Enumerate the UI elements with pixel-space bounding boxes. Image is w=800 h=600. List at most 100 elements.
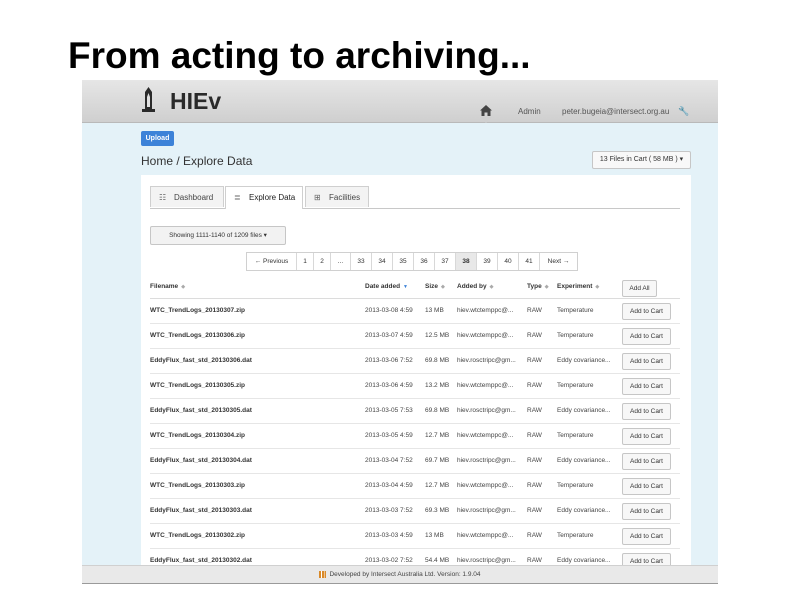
page-link-active[interactable]: 38 — [456, 253, 477, 270]
filename-cell[interactable]: EddyFlux_fast_std_20130305.dat — [150, 399, 252, 423]
experiment-cell: Eddy covariance... — [557, 507, 611, 514]
add-to-cart-button[interactable]: Add to Cart — [622, 528, 671, 545]
sort-icon: ◆ — [544, 284, 549, 290]
col-label: Size — [425, 283, 439, 290]
filename-cell[interactable]: WTC_TrendLogs_20130304.zip — [150, 424, 245, 448]
date-cell: 2013-03-03 4:59 — [365, 532, 413, 539]
add-to-cart-button[interactable]: Add to Cart — [622, 353, 671, 370]
page-link[interactable]: 40 — [498, 253, 519, 270]
table-row: WTC_TrendLogs_20130304.zip 2013-03-05 4:5… — [150, 424, 680, 449]
table-row: WTC_TrendLogs_20130307.zip 2013-03-08 4:5… — [150, 299, 680, 324]
intersect-logo-icon — [319, 570, 327, 578]
tab-dashboard[interactable]: ☷ Dashboard — [150, 186, 224, 207]
tab-label: Explore Data — [249, 193, 296, 202]
add-to-cart-button[interactable]: Add to Cart — [622, 453, 671, 470]
page-link[interactable]: 41 — [519, 253, 540, 270]
showing-files-dropdown[interactable]: Showing 1111-1140 of 1209 files ▾ — [150, 226, 286, 245]
add-to-cart-button[interactable]: Add to Cart — [622, 503, 671, 520]
sort-icon: ◆ — [441, 284, 445, 290]
col-label: Experiment — [557, 283, 593, 290]
filename-cell[interactable]: WTC_TrendLogs_20130306.zip — [150, 324, 245, 348]
col-experiment[interactable]: Experiment ◆ — [557, 275, 599, 299]
home-icon[interactable] — [480, 105, 492, 116]
experiment-cell: Temperature — [557, 532, 594, 539]
filename-cell[interactable]: EddyFlux_fast_std_20130304.dat — [150, 449, 252, 473]
type-cell: RAW — [527, 382, 542, 389]
pagination-next[interactable]: Next → — [540, 253, 577, 270]
page-link[interactable]: 39 — [477, 253, 498, 270]
added-by-cell: hiev.wtctemppc@... — [457, 482, 514, 489]
page-link[interactable]: 34 — [372, 253, 393, 270]
filename-cell[interactable]: WTC_TrendLogs_20130303.zip — [150, 474, 245, 498]
nav-user-link[interactable]: peter.bugeia@intersect.org.au — [562, 107, 669, 116]
size-cell: 69.7 MB — [425, 457, 450, 464]
brand-name[interactable]: HIEv — [170, 88, 221, 115]
page-link[interactable]: 33 — [351, 253, 372, 270]
upload-button[interactable]: Upload — [141, 131, 174, 146]
browser-screenshot: HIEv Admin peter.bugeia@intersect.org.au… — [82, 80, 718, 584]
page-link[interactable]: 37 — [435, 253, 456, 270]
type-cell: RAW — [527, 357, 542, 364]
footer-text: Developed by Intersect Australia Ltd. Ve… — [329, 571, 481, 578]
nav-admin-link[interactable]: Admin — [518, 107, 541, 116]
col-label: Added by — [457, 283, 487, 290]
tab-facilities[interactable]: ⊞ Facilities — [305, 186, 369, 207]
experiment-cell: Temperature — [557, 482, 594, 489]
table-row: WTC_TrendLogs_20130303.zip 2013-03-04 4:5… — [150, 474, 680, 499]
date-cell: 2013-03-06 4:59 — [365, 382, 413, 389]
add-to-cart-button[interactable]: Add to Cart — [622, 378, 671, 395]
added-by-cell: hiev.wtctemppc@... — [457, 432, 514, 439]
pagination: ← Previous 1 2 ... 33 34 35 36 37 38 39 … — [246, 252, 578, 271]
dashboard-icon: ☷ — [159, 193, 167, 202]
filename-cell[interactable]: EddyFlux_fast_std_20130306.dat — [150, 349, 252, 373]
page-link[interactable]: 36 — [414, 253, 435, 270]
add-to-cart-button[interactable]: Add to Cart — [622, 478, 671, 495]
active-nav-caret — [480, 117, 492, 123]
date-cell: 2013-03-07 4:59 — [365, 332, 413, 339]
slide-title: From acting to archiving... — [68, 35, 531, 76]
tab-label: Dashboard — [174, 193, 214, 202]
type-cell: RAW — [527, 507, 542, 514]
add-to-cart-button[interactable]: Add to Cart — [622, 403, 671, 420]
type-cell: RAW — [527, 332, 542, 339]
added-by-cell: hiev.rosctripc@gm... — [457, 407, 516, 414]
date-cell: 2013-03-05 4:59 — [365, 432, 413, 439]
experiment-cell: Eddy covariance... — [557, 407, 611, 414]
cart-dropdown-button[interactable]: 13 Files in Cart ( 58 MB ) ▾ — [592, 151, 691, 169]
logo-icon — [142, 87, 155, 112]
tab-explore-data[interactable]: ≣ Explore Data — [225, 186, 303, 209]
add-to-cart-button[interactable]: Add to Cart — [622, 303, 671, 320]
filename-cell[interactable]: EddyFlux_fast_std_20130303.dat — [150, 499, 252, 523]
col-date-added[interactable]: Date added ▼ — [365, 275, 408, 299]
filename-cell[interactable]: WTC_TrendLogs_20130307.zip — [150, 299, 245, 323]
added-by-cell: hiev.rosctripc@gm... — [457, 357, 516, 364]
pagination-previous[interactable]: ← Previous — [247, 253, 297, 270]
col-added-by[interactable]: Added by ◆ — [457, 275, 493, 299]
type-cell: RAW — [527, 532, 542, 539]
experiment-cell: Temperature — [557, 307, 594, 314]
add-all-button[interactable]: Add All — [622, 280, 657, 297]
experiment-cell: Temperature — [557, 432, 594, 439]
add-to-cart-button[interactable]: Add to Cart — [622, 428, 671, 445]
col-size[interactable]: Size ◆ — [425, 275, 445, 299]
page-link[interactable]: 1 — [297, 253, 314, 270]
added-by-cell: hiev.wtctemppc@... — [457, 532, 514, 539]
col-filename[interactable]: Filename ◆ — [150, 275, 185, 299]
size-cell: 13 MB — [425, 532, 444, 539]
date-cell: 2013-03-04 7:52 — [365, 457, 413, 464]
page-link[interactable]: 35 — [393, 253, 414, 270]
table-row: WTC_TrendLogs_20130306.zip 2013-03-07 4:5… — [150, 324, 680, 349]
experiment-cell: Eddy covariance... — [557, 357, 611, 364]
tab-label: Facilities — [329, 193, 361, 202]
type-cell: RAW — [527, 407, 542, 414]
wrench-icon[interactable]: 🔧 — [678, 107, 689, 116]
filename-cell[interactable]: WTC_TrendLogs_20130302.zip — [150, 524, 245, 548]
type-cell: RAW — [527, 432, 542, 439]
filename-cell[interactable]: WTC_TrendLogs_20130305.zip — [150, 374, 245, 398]
page-link[interactable]: 2 — [314, 253, 331, 270]
table-row: EddyFlux_fast_std_20130306.dat 2013-03-06… — [150, 349, 680, 374]
size-cell: 69.8 MB — [425, 407, 450, 414]
col-type[interactable]: Type ◆ — [527, 275, 549, 299]
add-to-cart-button[interactable]: Add to Cart — [622, 328, 671, 345]
breadcrumb: Home / Explore Data — [141, 154, 253, 168]
